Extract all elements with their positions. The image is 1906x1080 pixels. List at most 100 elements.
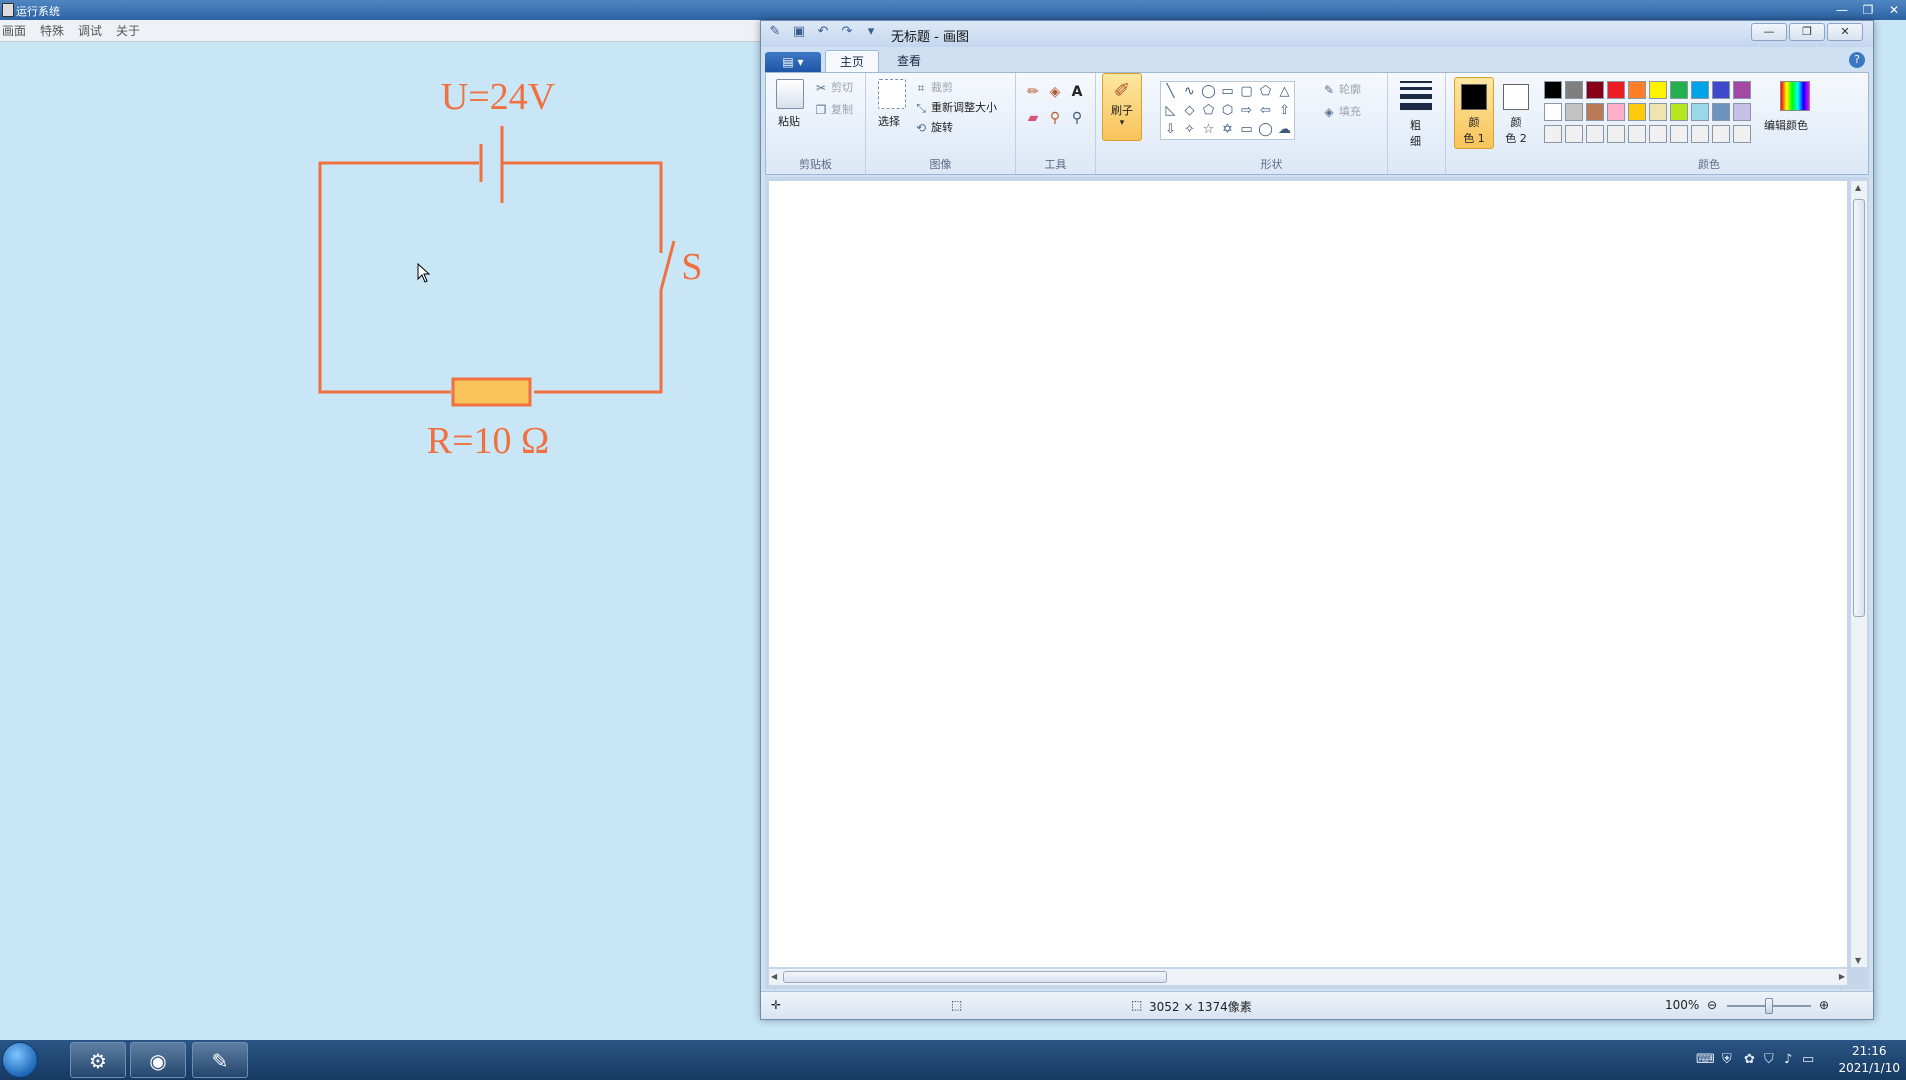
line-shape-icon[interactable]: ╲ [1161,82,1180,101]
six-point-star-shape-icon[interactable]: ✡ [1218,120,1237,139]
paste-icon[interactable] [776,79,804,109]
menu-item-screen[interactable]: 画面 [2,22,26,39]
network-warning-icon[interactable]: ✿ [1744,1052,1755,1067]
menu-item-debug[interactable]: 调试 [78,22,102,39]
help-button[interactable]: ? [1849,52,1865,68]
edit-colors-icon[interactable] [1780,81,1810,111]
zoom-slider-thumb[interactable] [1765,998,1773,1014]
clock[interactable]: 21:16 2021/1/10 [1838,1043,1900,1077]
oval-shape-icon[interactable]: ◯ [1199,82,1218,101]
taskbar-app-host[interactable]: ⚙ [70,1042,126,1078]
color-swatch[interactable] [1712,103,1730,121]
color-swatch[interactable] [1628,81,1646,99]
color1-selector[interactable]: 颜 色 1 [1454,77,1494,149]
resize-button[interactable]: ⤡ 重新调整大小 [914,99,997,115]
drawing-canvas[interactable] [769,181,1847,967]
keyboard-icon[interactable]: ⌨ [1696,1052,1715,1067]
vertical-scroll-thumb[interactable] [1853,199,1865,617]
paste-button[interactable]: 粘贴 [778,113,800,129]
menu-item-special[interactable]: 特殊 [40,22,64,39]
customize-qat-icon[interactable]: ▾ [863,24,879,40]
start-button[interactable] [2,1042,38,1078]
shield-icon[interactable]: ⛉ [1764,1052,1774,1067]
right-arrow-shape-icon[interactable]: ⇨ [1237,101,1256,120]
color-swatch[interactable] [1628,125,1646,143]
color-swatch[interactable] [1712,81,1730,99]
four-point-star-shape-icon[interactable]: ✧ [1180,120,1199,139]
close-button[interactable]: ✕ [1886,3,1902,17]
save-icon[interactable]: ▣ [791,24,807,40]
select-icon[interactable] [878,79,906,109]
tab-home[interactable]: 主页 [825,50,880,72]
paint-restore-button[interactable]: ❐ [1789,23,1825,41]
color-swatch[interactable] [1586,125,1604,143]
scroll-up-icon[interactable]: ▲ [1855,183,1861,192]
paint-minimize-button[interactable]: — [1751,23,1787,41]
text-tool-icon[interactable]: A [1068,83,1086,101]
color-picker-icon[interactable]: ⚲ [1046,109,1064,127]
line-width-icon[interactable] [1400,81,1432,110]
volume-icon[interactable]: ♪ [1784,1052,1792,1067]
undo-icon[interactable]: ↶ [815,24,831,40]
fill-bucket-icon[interactable]: ◈ [1046,83,1064,101]
curve-shape-icon[interactable]: ∿ [1180,82,1199,101]
scroll-left-icon[interactable]: ◀ [771,972,777,981]
color-swatch[interactable] [1649,125,1667,143]
color-swatch[interactable] [1607,125,1625,143]
color-swatch[interactable] [1712,125,1730,143]
polygon-shape-icon[interactable]: ⬠ [1256,82,1275,101]
color-swatch[interactable] [1544,103,1562,121]
color-swatch[interactable] [1565,81,1583,99]
rect-callout-shape-icon[interactable]: ▭ [1237,120,1256,139]
tab-view[interactable]: 查看 [883,50,935,72]
color-swatch[interactable] [1670,81,1688,99]
color-swatch[interactable] [1586,103,1604,121]
color-swatch[interactable] [1586,81,1604,99]
color-swatch[interactable] [1544,125,1562,143]
copy-button[interactable]: ❐ 复制 [814,101,853,117]
select-button[interactable]: 选择 [878,113,900,129]
cloud-callout-shape-icon[interactable]: ☁ [1275,120,1294,139]
minimize-button[interactable]: — [1834,3,1850,17]
color-swatch[interactable] [1628,103,1646,121]
rotate-button[interactable]: ⟲ 旋转 [914,119,953,135]
rounded-rectangle-shape-icon[interactable]: ▢ [1237,82,1256,101]
color-swatch[interactable] [1733,125,1751,143]
zoom-in-icon[interactable]: ⊕ [1819,998,1829,1012]
color2-selector[interactable]: 颜 色 2 [1496,77,1536,149]
taskbar-app-viewer[interactable]: ◉ [130,1042,186,1078]
pencil-icon[interactable]: ✏ [1024,83,1042,101]
right-triangle-shape-icon[interactable]: ◺ [1161,101,1180,120]
color-swatch[interactable] [1691,103,1709,121]
color-swatch[interactable] [1607,81,1625,99]
fill-button[interactable]: ◈ 填充 [1322,103,1361,119]
down-arrow-shape-icon[interactable]: ⇩ [1161,120,1180,139]
menu-item-about[interactable]: 关于 [116,22,140,39]
vertical-scrollbar[interactable]: ▲ ▼ [1851,181,1867,967]
brushes-button[interactable]: ✐ 刷子 ▾ [1102,73,1142,141]
zoom-out-icon[interactable]: ⊖ [1707,998,1717,1012]
color-swatch[interactable] [1691,125,1709,143]
color-swatch[interactable] [1544,81,1562,99]
up-arrow-shape-icon[interactable]: ⇧ [1275,101,1294,120]
eraser-icon[interactable]: ▰ [1024,109,1042,127]
color-swatch[interactable] [1565,125,1583,143]
color-swatch[interactable] [1649,81,1667,99]
pentagon-shape-icon[interactable]: ⬠ [1199,101,1218,120]
horizontal-scroll-thumb[interactable] [783,971,1167,983]
triangle-shape-icon[interactable]: △ [1275,82,1294,101]
edit-colors-button[interactable]: 编辑颜色 [1764,117,1808,133]
redo-icon[interactable]: ↷ [839,24,855,40]
security-icon[interactable]: ⛨ [1722,1052,1732,1067]
color-swatch[interactable] [1565,103,1583,121]
crop-button[interactable]: ⌗ 裁剪 [914,79,953,95]
color-swatch[interactable] [1733,103,1751,121]
color-swatch[interactable] [1691,81,1709,99]
left-arrow-shape-icon[interactable]: ⇦ [1256,101,1275,120]
color-swatch[interactable] [1607,103,1625,121]
oval-callout-shape-icon[interactable]: ◯ [1256,120,1275,139]
diamond-shape-icon[interactable]: ◇ [1180,101,1199,120]
hexagon-shape-icon[interactable]: ⬡ [1218,101,1237,120]
color-swatch[interactable] [1670,125,1688,143]
cut-button[interactable]: ✂ 剪切 [814,79,853,95]
